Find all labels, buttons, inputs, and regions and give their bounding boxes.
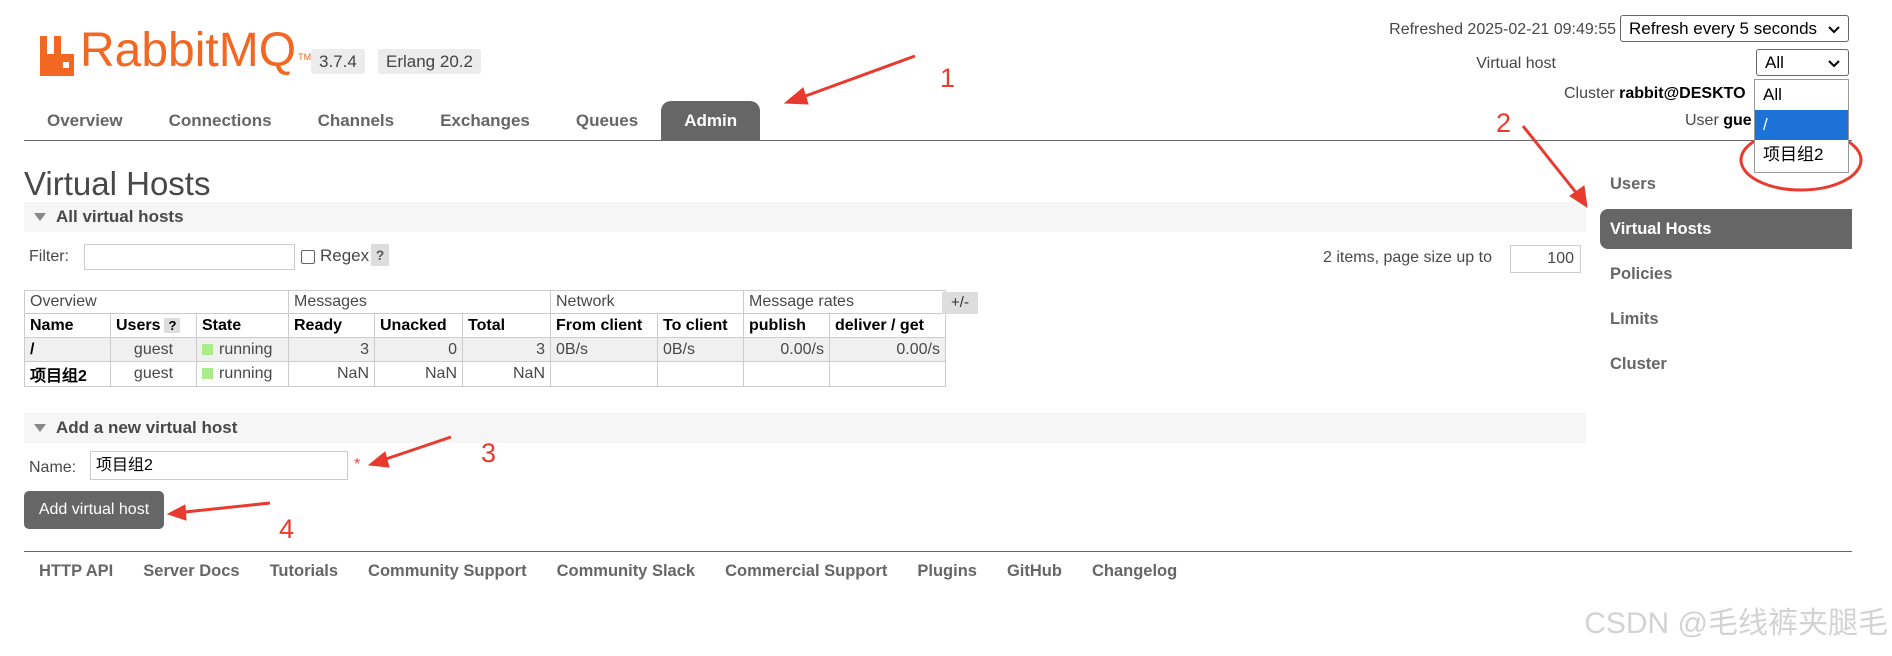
annotation-arrowhead-3 [367, 451, 390, 468]
annotation-arrow-4 [184, 501, 271, 514]
vhost-option-all[interactable]: All [1755, 80, 1848, 110]
annotation-arrow-1 [799, 54, 916, 100]
annotation-number-3: 3 [481, 438, 497, 468]
vhost-option-project2[interactable]: 项目组2 [1755, 140, 1848, 170]
annotation-arrow-2 [1521, 125, 1580, 196]
annotation-arrow-3 [382, 435, 452, 462]
annotation-overlay [166, 54, 1863, 521]
annotation-arrowhead-1 [783, 87, 809, 105]
watermark: CSDN @毛线裤夹腿毛 [1584, 607, 1888, 640]
annotation-number-2: 2 [1496, 108, 1512, 138]
virtual-host-dropdown: All / 项目组2 [1754, 79, 1849, 173]
annotation-number-1: 1 [940, 63, 956, 93]
vhost-option-root[interactable]: / [1755, 110, 1848, 140]
annotation-number-4: 4 [279, 514, 295, 544]
annotation-arrowhead-4 [166, 504, 187, 521]
